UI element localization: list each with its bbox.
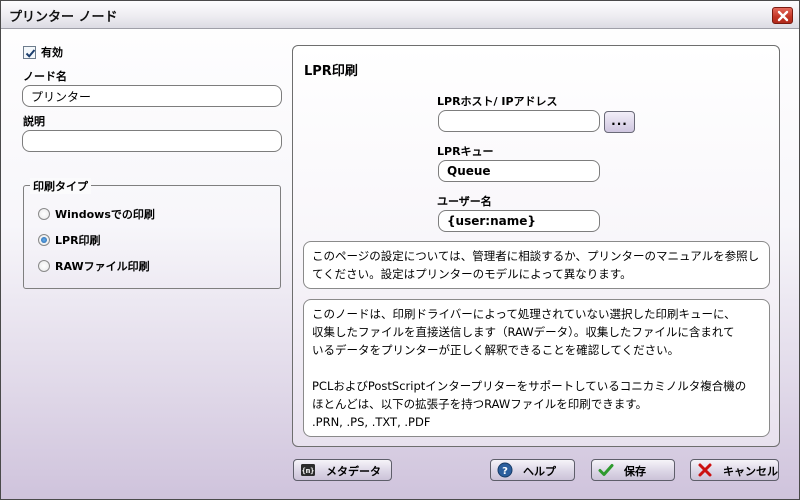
node-name-input[interactable] (22, 85, 282, 107)
note-line: .PRN, .PS, .TXT, .PDF (312, 415, 431, 429)
metadata-icon: {m} (301, 464, 315, 476)
cancel-label: キャンセル (723, 465, 778, 478)
note-line: PCLおよびPostScriptインタープリターをサポートしているコニカミノルタ… (312, 379, 747, 393)
save-label: 保存 (624, 465, 646, 478)
checkmark-icon (598, 464, 614, 476)
radio-label: LPR印刷 (55, 234, 101, 247)
host-label: LPRホスト/ IPアドレス (437, 95, 558, 108)
lpr-settings-panel: LPR印刷 LPRホスト/ IPアドレス ... LPRキュー ユーザー名 この… (292, 45, 780, 447)
description-input[interactable] (22, 130, 282, 152)
description-label: 説明 (23, 115, 45, 128)
svg-text:{m}: {m} (302, 467, 315, 475)
enabled-checkbox-row[interactable]: 有効 (23, 44, 63, 60)
svg-text:?: ? (502, 466, 508, 477)
node-name-label: ノード名 (23, 70, 67, 83)
close-button[interactable] (772, 7, 793, 24)
enabled-checkbox[interactable] (23, 45, 36, 59)
radio-raw-print[interactable]: RAWファイル印刷 (38, 258, 150, 274)
radio-button-selected[interactable] (38, 234, 50, 246)
printer-node-dialog: プリンター ノード 有効 ノード名 説明 印刷タイプ Windowsでの印刷 L… (0, 0, 800, 500)
note-line: ほとんどは、以下の拡張子を持つRAWファイルを印刷できます。 (312, 397, 648, 411)
checkmark-icon (25, 48, 36, 58)
cancel-x-icon (698, 463, 712, 477)
note-line: 収集したファイルを直接送信します（RAWデータ）。収集したファイルに含まれて (312, 325, 735, 339)
print-type-legend: 印刷タイプ (30, 178, 91, 194)
help-label: ヘルプ (523, 465, 556, 478)
help-icon: ? (497, 462, 513, 478)
note-line: このノードは、印刷ドライバーによって処理されていない選択した印刷キューに、 (312, 307, 736, 321)
radio-windows-print[interactable]: Windowsでの印刷 (38, 206, 155, 222)
note-line (312, 359, 761, 377)
radio-lpr-print[interactable]: LPR印刷 (38, 232, 101, 248)
enabled-label: 有効 (41, 46, 63, 59)
print-type-group: 印刷タイプ Windowsでの印刷 LPR印刷 RAWファイル印刷 (23, 178, 281, 289)
metadata-button[interactable]: {m} メタデータ (293, 459, 392, 481)
title-bar[interactable]: プリンター ノード (1, 1, 799, 29)
radio-label: Windowsでの印刷 (55, 208, 155, 221)
settings-note: このページの設定については、管理者に相談するか、プリンターのマニュアルを参照して… (303, 241, 770, 289)
radio-button[interactable] (38, 208, 50, 220)
metadata-label: メタデータ (326, 465, 381, 478)
queue-input[interactable] (438, 160, 600, 182)
queue-label: LPRキュー (437, 145, 494, 158)
panel-title: LPR印刷 (304, 64, 358, 79)
browse-button[interactable]: ... (604, 111, 635, 133)
username-input[interactable] (438, 210, 600, 232)
radio-label: RAWファイル印刷 (55, 260, 150, 273)
settings-note-text: このページの設定については、管理者に相談するか、プリンターのマニュアルを参照して… (312, 249, 760, 281)
node-description-note: このノードは、印刷ドライバーによって処理されていない選択した印刷キューに、 収集… (303, 299, 770, 437)
cancel-button[interactable]: キャンセル (690, 459, 779, 481)
window-title: プリンター ノード (9, 10, 118, 25)
username-label: ユーザー名 (437, 195, 492, 208)
save-button[interactable]: 保存 (591, 459, 675, 481)
help-button[interactable]: ? ヘルプ (490, 459, 575, 481)
note-line: いるデータをプリンターが正しく解釈できることを確認してください。 (312, 343, 680, 357)
radio-button[interactable] (38, 260, 50, 272)
close-icon (777, 10, 789, 22)
host-input[interactable] (438, 110, 600, 132)
